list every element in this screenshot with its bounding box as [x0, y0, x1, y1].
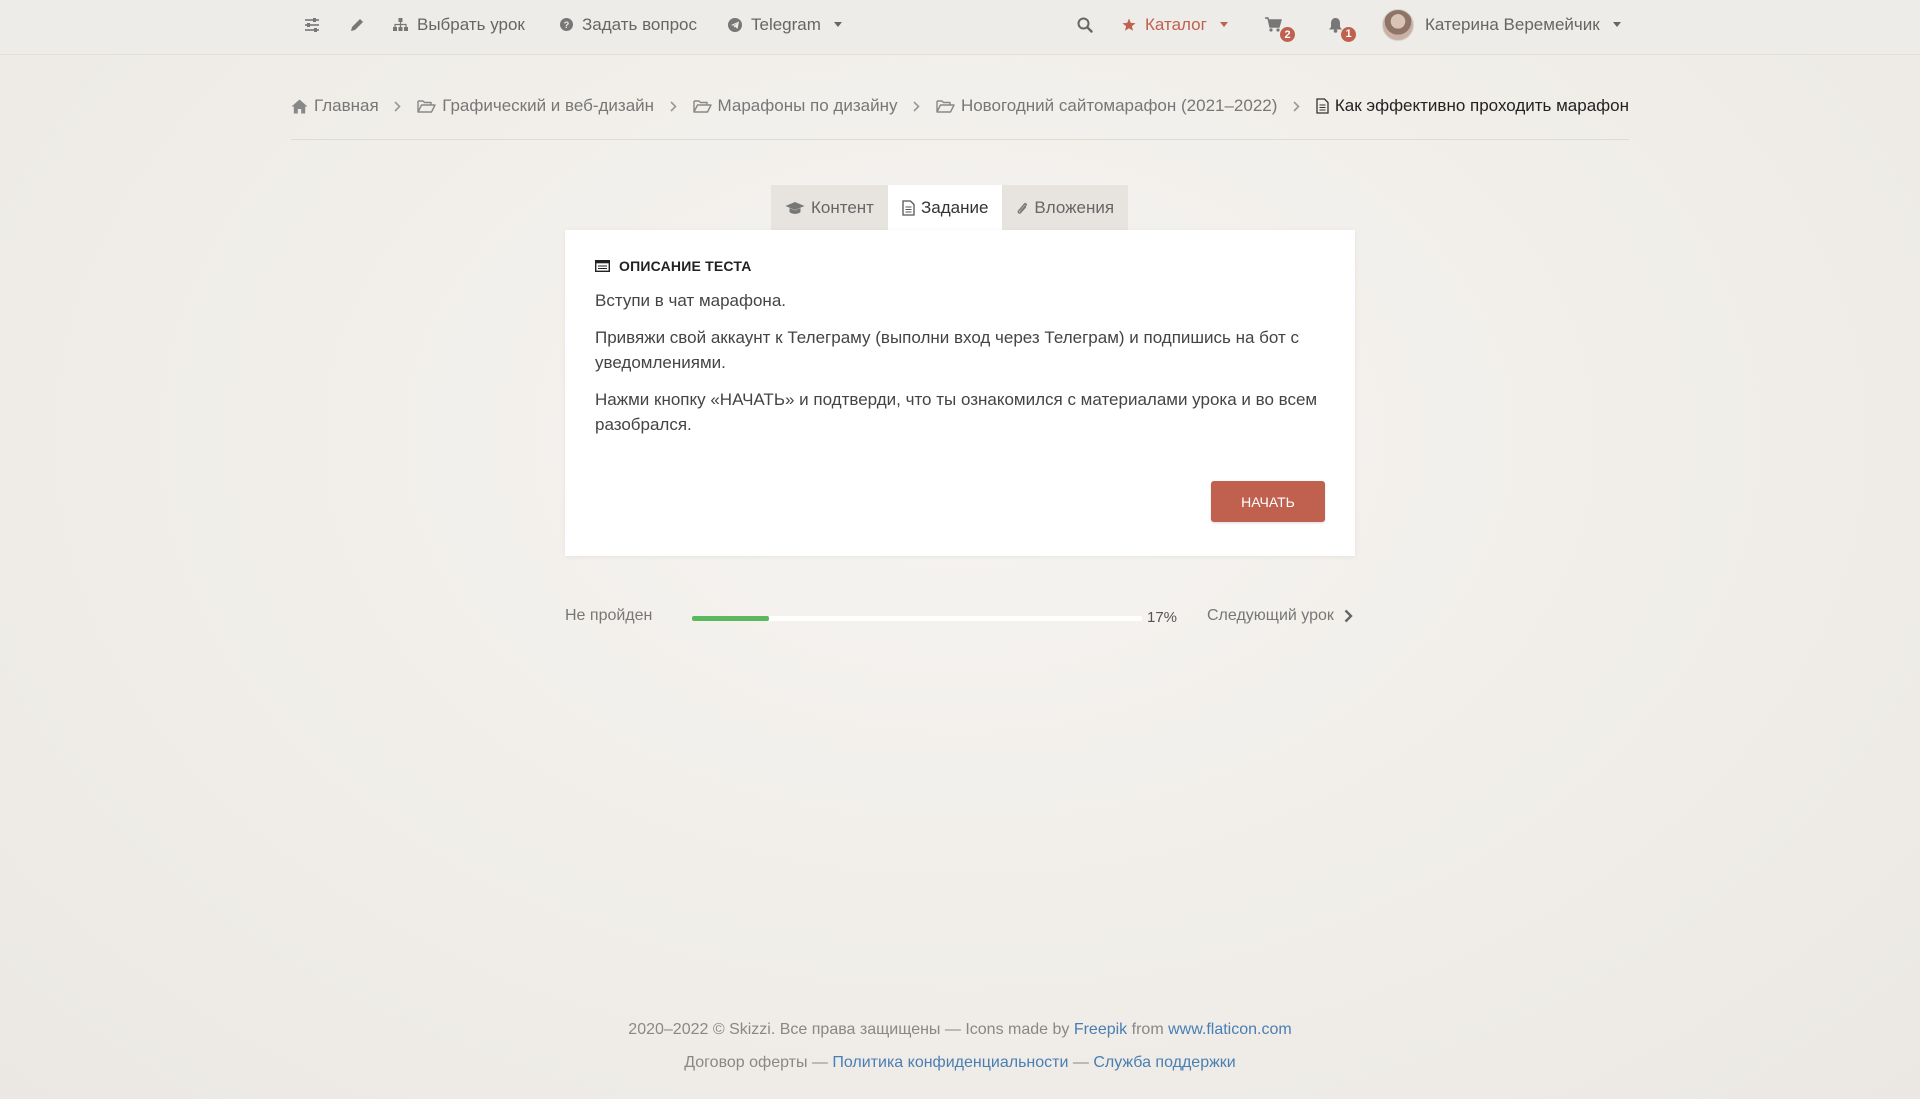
breadcrumb-new-year-marathon[interactable]: Новогодний сайтомарафон (2021–2022): [936, 94, 1277, 118]
tab-task[interactable]: Задание: [887, 185, 1003, 230]
user-name-label: Катерина Веремейчик: [1425, 14, 1600, 34]
home-icon: [291, 99, 308, 113]
task-paragraph: Нажми кнопку «НАЧАТЬ» и подтверди, что т…: [595, 390, 1318, 434]
telegram-label: Telegram: [751, 14, 821, 34]
chevron-down-icon: [1219, 22, 1228, 27]
paperclip-icon: [1017, 202, 1028, 214]
cart-count-badge: 2: [1280, 27, 1295, 42]
folder-open-icon: [417, 99, 436, 113]
progress-bar-fill: [692, 616, 769, 621]
ask-question-link[interactable]: ? Задать вопрос: [560, 0, 697, 49]
tab-task-label: Задание: [920, 197, 989, 217]
tab-content-label: Контент: [811, 197, 874, 217]
user-menu-dropdown[interactable]: Катерина Веремейчик: [1382, 0, 1621, 49]
completion-status: Не пройден: [565, 607, 653, 624]
chevron-right-icon: [1344, 609, 1353, 623]
chevron-down-icon: [1612, 22, 1621, 27]
flaticon-link[interactable]: www.flaticon.com: [1168, 1021, 1292, 1038]
breadcrumb-design-marathons[interactable]: Марафоны по дизайну: [692, 94, 898, 118]
footer-dash: —: [1072, 1054, 1089, 1071]
card-title: ОПИСАНИЕ ТЕСТА: [619, 258, 752, 274]
catalog-dropdown[interactable]: Каталог: [1122, 0, 1228, 49]
footer-line-copyright: 2020–2022 © Skizzi. Все права защищены —…: [0, 1018, 1920, 1051]
telegram-dropdown[interactable]: Telegram: [728, 0, 842, 49]
search-button[interactable]: [1077, 0, 1093, 49]
footer: 2020–2022 © Skizzi. Все права защищены —…: [0, 1018, 1920, 1084]
from-text: from: [1131, 1021, 1164, 1038]
offer-agreement-text: Договор оферты —: [684, 1054, 828, 1071]
top-navbar: Выбрать урок ? Задать вопрос Telegram Ка…: [0, 0, 1920, 55]
tab-content[interactable]: Контент: [771, 185, 888, 230]
breadcrumb: Главная Графический и веб-дизайн Марафон…: [291, 94, 1629, 140]
breadcrumb-new-year-marathon-label: Новогодний сайтомарафон (2021–2022): [960, 96, 1278, 115]
chevron-right-icon: [1277, 94, 1315, 118]
catalog-label: Каталог: [1145, 14, 1207, 34]
breadcrumb-current: Как эффективно проходить марафон: [1316, 94, 1629, 118]
chevron-right-icon: [654, 94, 692, 118]
choose-lesson-link[interactable]: Выбрать урок: [393, 0, 525, 49]
ask-question-label: Задать вопрос: [582, 14, 697, 34]
tab-attachments[interactable]: Вложения: [1002, 185, 1128, 230]
telegram-icon: [728, 17, 742, 32]
graduation-cap-icon: [785, 201, 805, 214]
privacy-policy-link[interactable]: Политика конфиденциальности: [832, 1054, 1068, 1071]
chevron-right-icon: [379, 94, 417, 118]
cart-button[interactable]: 2: [1265, 0, 1295, 49]
avatar: [1382, 8, 1414, 41]
folder-open-icon: [692, 99, 712, 113]
breadcrumb-current-label: Как эффективно проходить марафон: [1334, 96, 1629, 115]
copyright-text: 2020–2022 © Skizzi. Все права защищены —…: [628, 1021, 1070, 1038]
start-button[interactable]: НАЧАТЬ: [1211, 481, 1325, 522]
task-paragraph: Вступи в чат марафона.: [595, 291, 787, 310]
question-circle-icon: ?: [560, 18, 573, 31]
next-lesson-link[interactable]: Следующий урок: [1207, 607, 1353, 625]
breadcrumb-graphic-design[interactable]: Графический и веб-дизайн: [417, 94, 654, 118]
footer-line-links: Договор оферты — Политика конфиденциальн…: [0, 1051, 1920, 1084]
search-icon: [1077, 17, 1093, 33]
folder-open-icon: [936, 99, 955, 113]
task-card: ОПИСАНИЕ ТЕСТА Вступи в чат марафона. Пр…: [565, 230, 1355, 556]
breadcrumb-home-label: Главная: [314, 96, 379, 115]
sitemap-icon: [393, 17, 408, 31]
tab-attachments-label: Вложения: [1034, 197, 1115, 217]
choose-lesson-label: Выбрать урок: [417, 14, 525, 34]
breadcrumb-home[interactable]: Главная: [291, 94, 379, 118]
svg-text:?: ?: [564, 20, 570, 30]
task-paragraph: Привяжи свой аккаунт к Телеграму (выполн…: [595, 328, 1300, 372]
lesson-tabs: Контент Задание Вложения: [771, 185, 1129, 230]
pencil-icon: [351, 18, 363, 31]
notifications-count-badge: 1: [1341, 26, 1356, 42]
next-lesson-label: Следующий урок: [1207, 607, 1334, 624]
sliders-icon: [305, 17, 319, 32]
star-icon: [1122, 18, 1136, 31]
freepik-link[interactable]: Freepik: [1074, 1021, 1127, 1038]
support-link[interactable]: Служба поддержки: [1093, 1054, 1235, 1071]
card-header: ОПИСАНИЕ ТЕСТА: [595, 258, 1325, 274]
chevron-down-icon: [833, 22, 842, 27]
bell-icon: [1329, 17, 1342, 33]
progress-bar: [692, 616, 1142, 621]
chevron-right-icon: [897, 94, 935, 118]
progress-percent: 17%: [1147, 609, 1178, 626]
list-alt-icon: [595, 260, 610, 272]
cart-icon: [1265, 17, 1282, 32]
breadcrumb-design-marathons-label: Марафоны по дизайну: [717, 96, 898, 115]
edit-pencil-button[interactable]: [349, 0, 365, 49]
settings-sliders-icon[interactable]: [304, 0, 320, 49]
breadcrumb-graphic-design-label: Графический и веб-дизайн: [442, 96, 655, 115]
notifications-button[interactable]: 1: [1328, 0, 1356, 49]
document-icon: [902, 199, 915, 216]
document-icon: [1316, 98, 1329, 114]
